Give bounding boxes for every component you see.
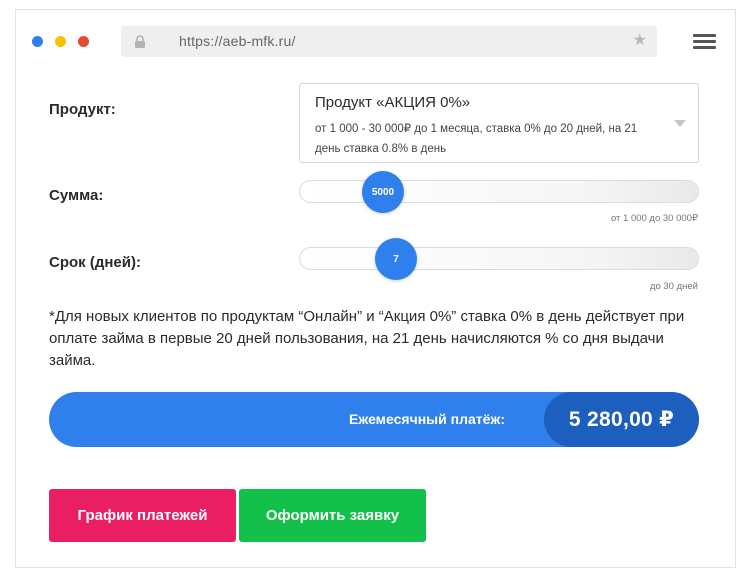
term-label: Срок (дней): <box>49 254 141 271</box>
amount-slider-thumb[interactable]: 5000 <box>362 171 404 213</box>
conditions-note: *Для новых клиентов по продуктам “Онлайн… <box>49 308 685 369</box>
product-select[interactable]: Продукт «АКЦИЯ 0%» от 1 000 - 30 000₽ до… <box>299 83 699 163</box>
product-selected-description: от 1 000 - 30 000₽ до 1 месяца, ставка 0… <box>315 123 638 155</box>
browser-titlebar: https://aeb-mfk.ru/ ★ <box>16 10 735 68</box>
window-dot-red <box>78 36 89 47</box>
term-slider[interactable]: 7 <box>299 238 699 280</box>
term-range-hint: до 30 дней <box>649 281 698 292</box>
lock-icon <box>135 35 145 48</box>
term-slider-thumb[interactable]: 7 <box>375 238 417 280</box>
browser-window: https://aeb-mfk.ru/ ★ Продукт: Продукт «… <box>15 9 736 568</box>
window-dot-yellow <box>55 36 66 47</box>
monthly-payment-label: Ежемесячный платёж: <box>349 411 505 427</box>
monthly-payment-value: 5 280,00 ₽ <box>544 392 699 447</box>
window-dot-blue <box>32 36 43 47</box>
amount-label: Сумма: <box>49 187 104 204</box>
url-text: https://aeb-mfk.ru/ <box>179 33 296 49</box>
amount-range-hint: от 1 000 до 30 000₽ <box>610 213 698 224</box>
monthly-payment-bar: Ежемесячный платёж: 5 280,00 ₽ <box>49 392 699 447</box>
star-icon[interactable]: ★ <box>633 33 647 49</box>
amount-slider[interactable]: 5000 <box>299 171 699 213</box>
hamburger-menu-icon[interactable] <box>693 34 716 50</box>
chevron-down-icon <box>674 120 686 127</box>
product-label: Продукт: <box>49 101 116 118</box>
apply-button[interactable]: Оформить заявку <box>239 489 426 542</box>
payment-schedule-button[interactable]: График платежей <box>49 489 236 542</box>
address-bar[interactable]: https://aeb-mfk.ru/ ★ <box>121 26 657 57</box>
product-selected-title: Продукт «АКЦИЯ 0%» <box>315 94 471 111</box>
